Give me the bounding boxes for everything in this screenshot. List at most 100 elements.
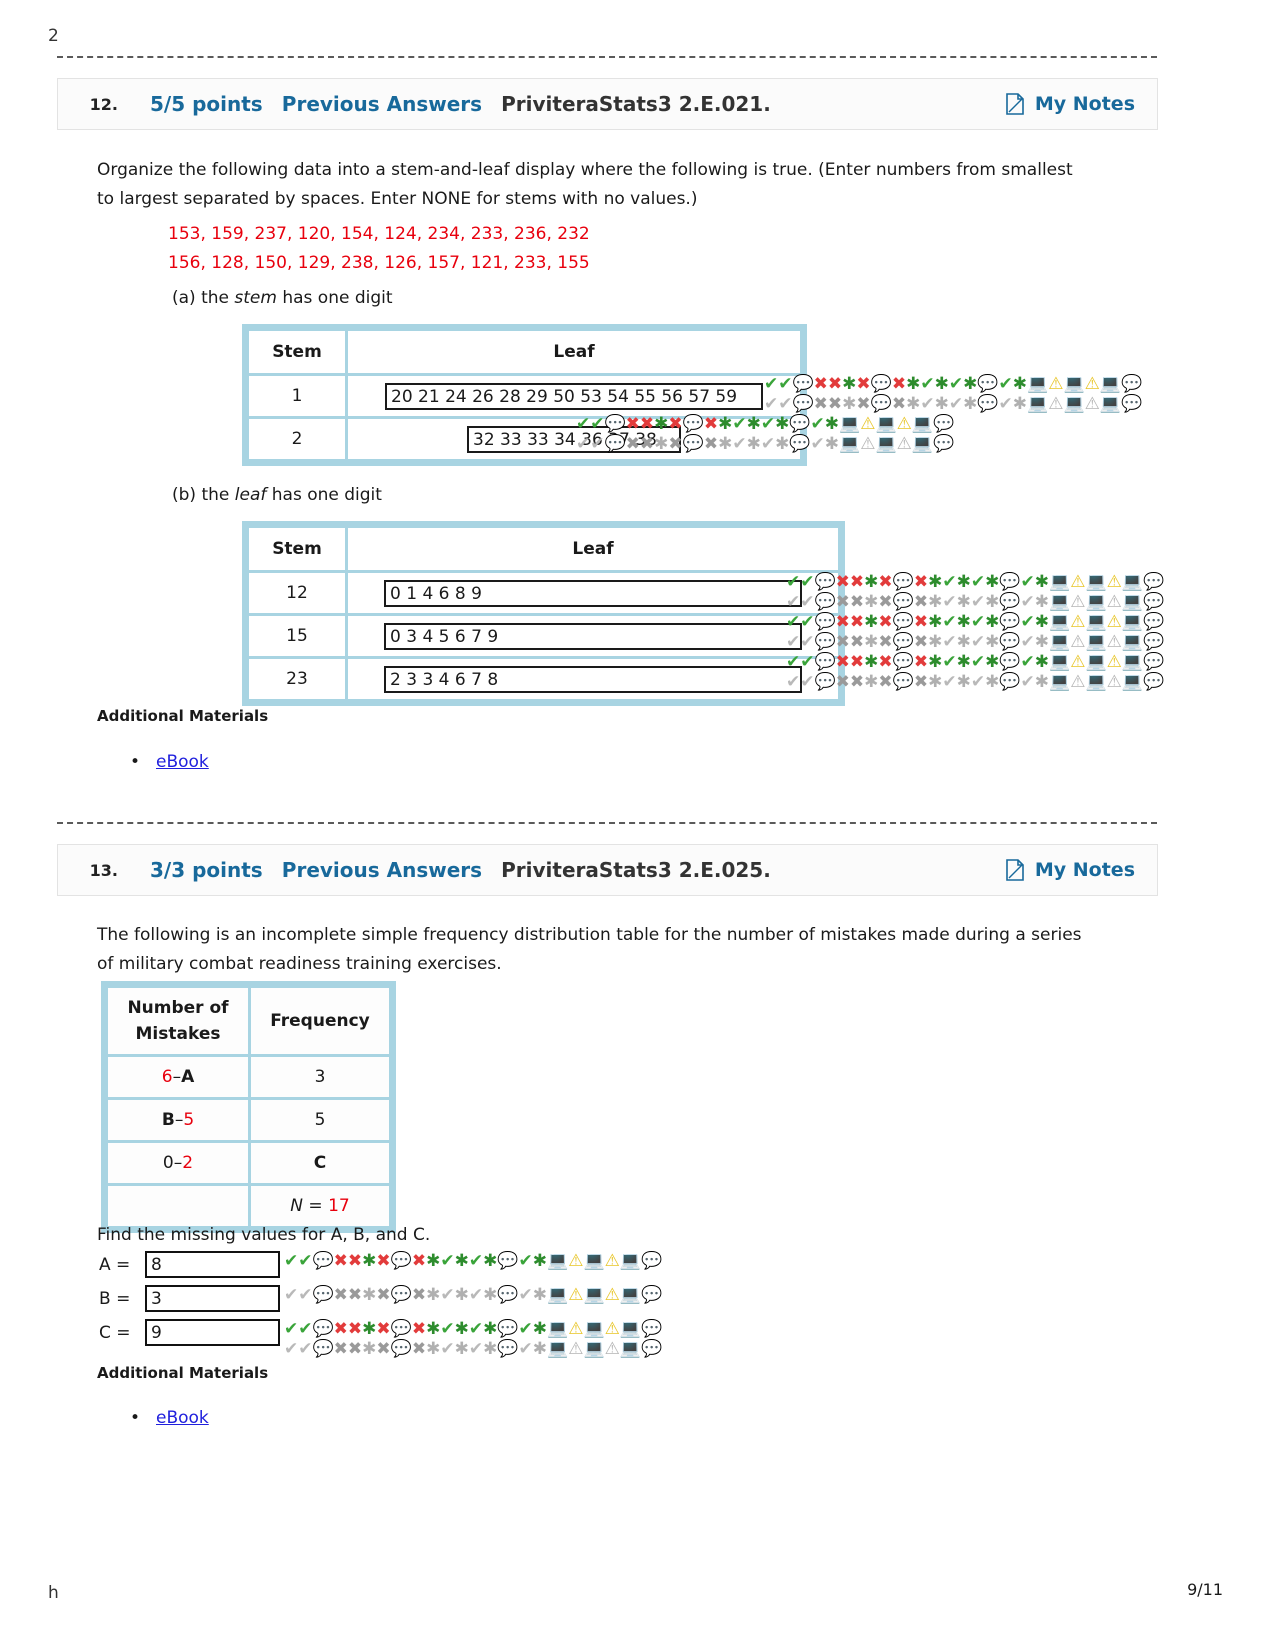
table-a-stem-1: 1 [249, 376, 345, 416]
answer-row-b: B = 3 [99, 1285, 280, 1312]
question-13-prompt: The following is an incomplete simple fr… [97, 921, 1157, 979]
question-12-previous-answers[interactable]: Previous Answers [282, 92, 482, 116]
feedback-icons-answer-c: ✔✔💬✖✖✱✖💬✖✱✔✱✔✱💬✔✱💻⚠💻⚠💻💬 ✔✔💬✖✖✱✖💬✖✱✔✱✔✱💬✔… [284, 1319, 663, 1359]
table-row: B–5 5 [108, 1100, 389, 1140]
separator-above-question-12 [57, 56, 1157, 58]
question-13-previous-answers[interactable]: Previous Answers [282, 858, 482, 882]
answer-row-a: A = 8 [99, 1251, 280, 1278]
question-13-header: 13. 3/3 points Previous Answers Priviter… [57, 844, 1158, 896]
table-row: 1 20 21 24 26 28 29 50 53 54 55 56 57 59 [249, 376, 800, 416]
question-12-number: 12. [89, 94, 118, 114]
question-12-data-row-2: 156, 128, 150, 129, 238, 126, 157, 121, … [168, 253, 590, 273]
frequency-table-header-row: Number of Mistakes Frequency [108, 988, 389, 1054]
note-page-icon [1005, 93, 1025, 115]
question-13-points: 3/3 points [150, 858, 263, 882]
question-13-ebook-list-item: • eBook [130, 1408, 209, 1428]
table-b-leaf-input-3[interactable]: 2 3 3 4 6 7 8 [384, 665, 802, 693]
row-1-range-low: 6 [161, 1067, 173, 1087]
question-13-additional-materials-heading: Additional Materials [97, 1364, 269, 1382]
frequency-row-4-mistakes-blank [108, 1186, 248, 1226]
part-a-prefix: (a) the [172, 288, 235, 308]
row-1-dash: – [172, 1067, 182, 1087]
question-13-prompt-line-2: of military combat readiness training ex… [97, 954, 502, 974]
frequency-row-3-frequency: C [251, 1143, 389, 1183]
note-page-icon [1005, 859, 1025, 881]
question-12-part-b-label: (b) the leaf has one digit [172, 485, 382, 505]
question-12-prompt-line-1: Organize the following data into a stem-… [97, 160, 1073, 180]
question-12-title: 5/5 points Previous Answers PriviteraSta… [126, 92, 1005, 116]
row-2-range-low: B [161, 1110, 175, 1130]
part-b-emphasis: leaf [234, 485, 267, 505]
stem-leaf-table-b: Stem Leaf 12 0 1 4 6 8 9 15 0 3 4 5 6 7 … [242, 521, 845, 706]
answer-b-label: B = [99, 1288, 131, 1309]
question-12-data-values: 153, 159, 237, 120, 154, 124, 234, 233, … [168, 220, 590, 278]
question-12-code: PriviteraStats3 2.E.021. [501, 92, 771, 116]
row-2-range-high: 5 [183, 1110, 195, 1130]
question-12-my-notes-button[interactable]: My Notes [1005, 93, 1157, 115]
question-13-code: PriviteraStats3 2.E.025. [501, 858, 771, 882]
table-b-header-leaf: Leaf [348, 528, 838, 570]
frequency-header-frequency: Frequency [251, 988, 389, 1054]
question-12-my-notes-label: My Notes [1034, 93, 1135, 115]
frequency-row-4-total: N = 17 [251, 1186, 389, 1226]
top-partial-character: 2 [48, 26, 59, 46]
question-13-ebook-link[interactable]: eBook [156, 1408, 209, 1428]
question-13-find-text: Find the missing values for A, B, and C. [97, 1225, 431, 1245]
table-row: 12 0 1 4 6 8 9 [249, 573, 838, 613]
separator-above-question-13 [57, 822, 1157, 824]
question-12-prompt: Organize the following data into a stem-… [97, 156, 1157, 214]
part-b-suffix: has one digit [266, 485, 382, 505]
question-13-my-notes-label: My Notes [1034, 859, 1135, 881]
table-b-leaf-input-1[interactable]: 0 1 4 6 8 9 [384, 579, 802, 607]
table-row: 0–2 C [108, 1143, 389, 1183]
table-b-stem-2: 15 [249, 616, 345, 656]
question-12-ebook-list-item: • eBook [130, 752, 209, 772]
table-a-header-leaf: Leaf [348, 331, 800, 373]
answer-a-label: A = [99, 1254, 131, 1275]
question-13-prompt-line-1: The following is an incomplete simple fr… [97, 925, 1082, 945]
question-12-header: 12. 5/5 points Previous Answers Priviter… [57, 78, 1158, 130]
frequency-header-mistakes-line-1: Number of [127, 998, 229, 1018]
question-13-my-notes-button[interactable]: My Notes [1005, 859, 1157, 881]
answer-c-label: C = [99, 1322, 131, 1343]
question-12-prompt-line-2: to largest separated by spaces. Enter NO… [97, 189, 698, 209]
table-row: N = 17 [108, 1186, 389, 1226]
table-a-leaf-input-1[interactable]: 20 21 24 26 28 29 50 53 54 55 56 57 59 [385, 382, 763, 410]
table-b-leaf-input-2[interactable]: 0 3 4 5 6 7 9 [384, 622, 802, 650]
part-a-emphasis: stem [234, 288, 277, 308]
bullet-icon: • [130, 1408, 141, 1428]
part-b-prefix: (b) the [172, 485, 235, 505]
table-a-leaf-input-2[interactable]: 32 33 33 34 36 37 38 [467, 425, 681, 453]
table-row: 23 2 3 3 4 6 7 8 [249, 659, 838, 699]
question-13-number: 13. [89, 860, 118, 880]
feedback-icons-answer-a: ✔✔💬✖✖✱✖💬✖✱✔✱✔✱💬✔✱💻⚠💻⚠💻💬 [284, 1251, 663, 1271]
answer-a-input[interactable]: 8 [145, 1251, 280, 1278]
bottom-partial-character: h [48, 1583, 59, 1603]
table-row: 15 0 3 4 5 6 7 9 [249, 616, 838, 656]
answer-b-input[interactable]: 3 [145, 1285, 280, 1312]
question-12-ebook-link[interactable]: eBook [156, 752, 209, 772]
frequency-distribution-table: Number of Mistakes Frequency 6–A 3 B–5 5 [101, 981, 396, 1233]
bullet-icon: • [130, 752, 141, 772]
table-row: 6–A 3 [108, 1057, 389, 1097]
row-3-range-low: 0 [162, 1153, 174, 1173]
page-number: 9/11 [1187, 1580, 1223, 1599]
frequency-row-1-mistakes: 6–A [108, 1057, 248, 1097]
part-a-suffix: has one digit [276, 288, 393, 308]
row-1-range-high: A [181, 1067, 195, 1087]
question-12-data-row-1: 153, 159, 237, 120, 154, 124, 234, 233, … [168, 224, 590, 244]
question-12-additional-materials-heading: Additional Materials [97, 707, 269, 725]
feedback-icons-table-a-row-1: ✔✔💬✖✖✱✖💬✖✱✔✱✔✱💬✔✱💻⚠💻⚠💻💬 ✔✔💬✖✖✱✖💬✖✱✔✱✔✱💬✔… [764, 374, 1143, 414]
table-a-stem-2: 2 [249, 419, 345, 459]
frequency-row-2-frequency: 5 [251, 1100, 389, 1140]
frequency-row-3-mistakes: 0–2 [108, 1143, 248, 1183]
total-equals: = [303, 1196, 329, 1216]
row-3-range-high: 2 [182, 1153, 194, 1173]
question-12-part-a-label: (a) the stem has one digit [172, 288, 393, 308]
table-row: 2 32 33 33 34 36 37 38 [249, 419, 800, 459]
table-b-header-stem: Stem [249, 528, 345, 570]
answer-c-input[interactable]: 9 [145, 1319, 280, 1346]
table-a-header-stem: Stem [249, 331, 345, 373]
frequency-header-mistakes: Number of Mistakes [108, 988, 248, 1054]
frequency-row-1-frequency: 3 [251, 1057, 389, 1097]
